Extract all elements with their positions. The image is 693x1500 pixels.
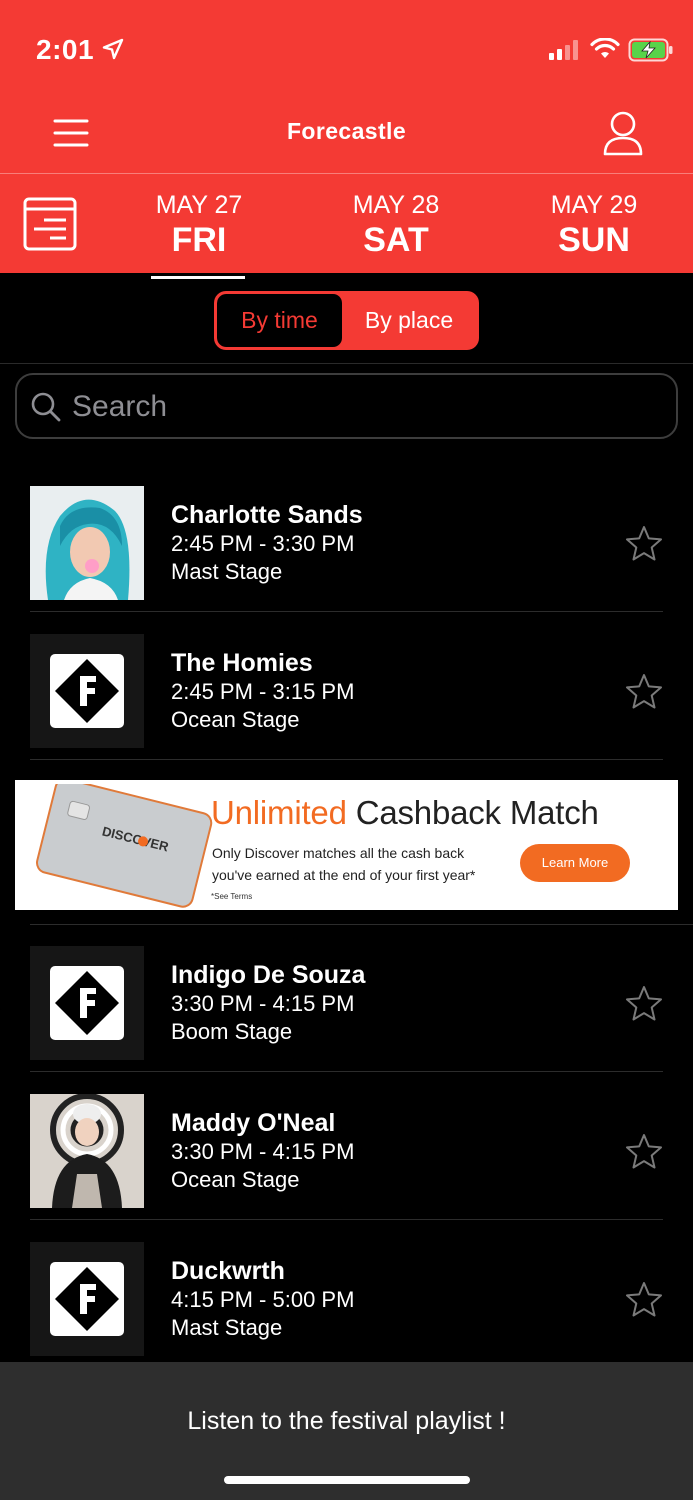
artist-photo [30,486,144,600]
ad-headline-rest: Cashback Match [355,794,599,831]
app-title: Forecastle [286,118,407,144]
star-favorite-icon[interactable] [624,1280,664,1320]
status-time: 2:01 [36,34,95,65]
star-favorite-icon[interactable] [624,672,664,712]
performance-info: Indigo De Souza 3:30 PM - 4:15 PM Boom S… [171,960,365,1046]
list-item[interactable]: Indigo De Souza 3:30 PM - 4:15 PM Boom S… [0,924,693,1072]
profile-button[interactable] [600,108,646,158]
star-favorite-icon[interactable] [624,984,664,1024]
stage-name: Ocean Stage [171,707,300,732]
user-icon [603,111,643,156]
nav-bar: Forecastle [0,100,693,173]
ad-banner[interactable]: DISCOVER Unlimited Cashback Match Only D… [15,780,678,910]
list-item[interactable]: Charlotte Sands 2:45 PM - 3:30 PM Mast S… [0,464,693,612]
view-toggle: By time By place [214,291,479,350]
list-item[interactable]: Duckwrth 4:15 PM - 5:00 PM Mast Stage [0,1220,693,1368]
festival-logo-icon [30,1242,144,1356]
tab-day-sat[interactable]: MAY 28 SAT [316,190,476,260]
list-item[interactable]: The Homies 2:45 PM - 3:15 PM Ocean Stage [0,612,693,760]
festival-logo-thumbnail [30,1242,144,1356]
day-name: SAT [363,221,429,259]
row-divider [30,759,663,760]
ad-description: Only Discover matches all the cash back … [212,842,512,886]
performance-info: The Homies 2:45 PM - 3:15 PM Ocean Stage [171,648,354,734]
wifi-icon [590,38,620,58]
performance-time: 2:45 PM - 3:15 PM [171,679,355,704]
search-bar [15,373,678,439]
artist-photo-image [30,486,144,600]
credit-card-image: DISCOVER [36,784,213,908]
ad-headline: Unlimited Cashback Match [211,794,599,832]
tab-day-fri[interactable]: MAY 27 FRI [119,190,279,279]
star-favorite-icon[interactable] [624,1132,664,1172]
day-selector: MAY 27 FRI MAY 28 SAT MAY 29 SUN [0,174,693,279]
cellular-signal-icon [549,40,578,60]
ad-line-1: Only Discover matches all the cash back [212,845,465,861]
ad-terms: *See Terms [211,892,253,901]
festival-logo-icon [30,946,144,1060]
stage-name: Ocean Stage [171,1167,300,1192]
artist-name: Duckwrth [171,1257,285,1285]
by-time-toggle[interactable]: By time [217,294,342,347]
day-date: MAY 28 [352,191,440,219]
artist-name: Maddy O'Neal [171,1109,336,1137]
day-date: MAY 29 [550,191,638,219]
performance-time: 4:15 PM - 5:00 PM [171,1287,355,1312]
learn-more-button[interactable]: Learn More [520,844,630,882]
day-name: SUN [558,221,630,259]
location-arrow-icon [102,38,124,60]
row-divider [30,924,693,925]
artist-photo [30,1094,144,1208]
tab-day-sun[interactable]: MAY 29 SUN [514,190,674,260]
list-item[interactable]: Maddy O'Neal 3:30 PM - 4:15 PM Ocean Sta… [0,1072,693,1220]
search-input[interactable] [72,385,662,429]
artist-photo-image [30,1094,144,1208]
playlist-label: Listen to the festival playlist ! [187,1407,506,1435]
schedule-button[interactable] [22,196,78,252]
performance-time: 3:30 PM - 4:15 PM [171,991,355,1016]
ad-line-2: you've earned at the end of your first y… [212,867,476,883]
status-bar: 2:01 [0,0,693,100]
stage-name: Boom Stage [171,1019,293,1044]
ad-headline-highlight: Unlimited [211,794,347,831]
selected-day-indicator [151,276,245,279]
stage-name: Mast Stage [171,559,283,584]
app-header: 2:01 Forecastle MAY 27 FRI MAY 28 SAT MA… [0,0,693,279]
by-place-toggle[interactable]: By place [342,294,476,347]
performance-info: Maddy O'Neal 3:30 PM - 4:15 PM Ocean Sta… [171,1108,354,1194]
home-indicator [224,1476,470,1484]
performance-info: Charlotte Sands 2:45 PM - 3:30 PM Mast S… [171,500,363,586]
artist-name: Indigo De Souza [171,961,366,989]
artist-name: The Homies [171,649,313,677]
stage-name: Mast Stage [171,1315,283,1340]
day-name: FRI [171,221,227,259]
festival-logo-icon [30,634,144,748]
performance-time: 2:45 PM - 3:30 PM [171,531,355,556]
performance-time: 3:30 PM - 4:15 PM [171,1139,355,1164]
search-icon [31,392,61,422]
day-date: MAY 27 [155,191,243,219]
toolbar-divider [0,363,693,364]
artist-name: Charlotte Sands [171,501,363,529]
battery-charging-icon [628,38,673,62]
festival-logo-thumbnail [30,634,144,748]
schedule-list-icon [23,197,77,251]
festival-logo-thumbnail [30,946,144,1060]
star-favorite-icon[interactable] [624,524,664,564]
performance-info: Duckwrth 4:15 PM - 5:00 PM Mast Stage [171,1256,354,1342]
